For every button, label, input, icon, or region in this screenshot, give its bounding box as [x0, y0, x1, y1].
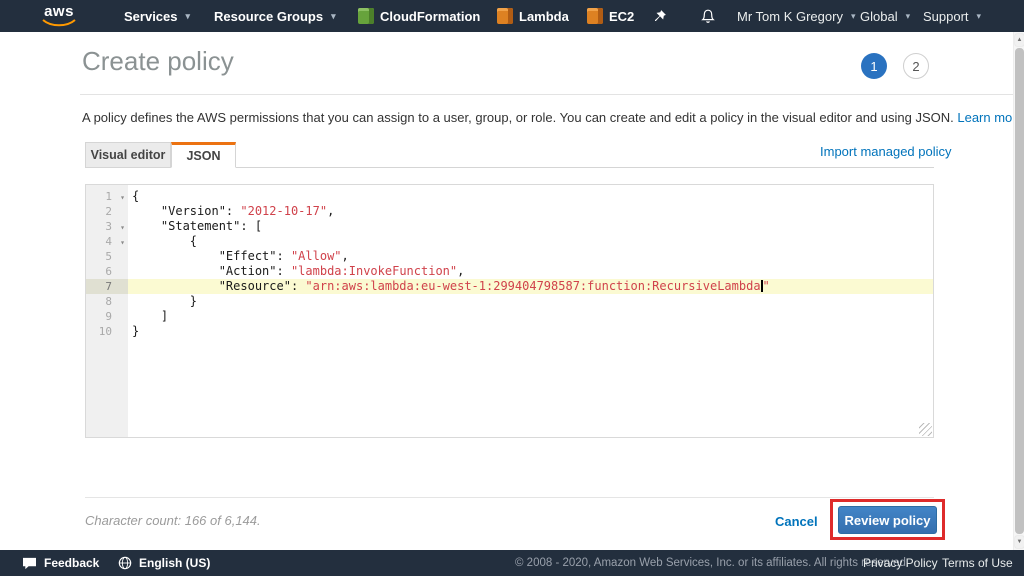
chevron-down-icon: ▾ [851, 11, 856, 22]
active-line-number: 7 [86, 279, 128, 294]
review-policy-button[interactable]: Review policy [838, 506, 937, 534]
chevron-down-icon: ▾ [331, 11, 336, 22]
scrollbar-down-arrow[interactable]: ▼ [1015, 536, 1024, 548]
fold-arrow-icon[interactable]: ▾ [120, 220, 125, 235]
footer-bar: Feedback English (US) © 2008 - 2020, Ama… [0, 550, 1024, 576]
page-scrollbar[interactable]: ▲ ▼ [1013, 32, 1024, 550]
code-line: } [128, 324, 933, 339]
code-line: { [128, 234, 933, 249]
pin-shortcuts-button[interactable] [652, 0, 667, 32]
chevron-down-icon: ▾ [906, 11, 911, 22]
scrollbar-up-arrow[interactable]: ▲ [1015, 34, 1024, 46]
editor-resize-handle[interactable] [919, 423, 932, 436]
step-indicator-1: 1 [861, 53, 887, 79]
code-line: "Statement": [ [128, 219, 933, 234]
code-line: { [128, 189, 933, 204]
top-nav: aws Services ▾ Resource Groups ▾ CloudFo… [0, 0, 1024, 32]
code-line: "Effect": "Allow", [128, 249, 933, 264]
nav-shortcut-cloudformation[interactable]: CloudFormation [358, 0, 480, 32]
tab-visual-editor[interactable]: Visual editor [85, 142, 171, 167]
page-title: Create policy [82, 46, 234, 77]
import-managed-policy-link[interactable]: Import managed policy [820, 144, 952, 159]
json-policy-editor[interactable]: 1▾ 2 3▾ 4▾ 5 6 7 8 9 10 { "Version": "20… [85, 184, 934, 438]
code-line: ] [128, 309, 933, 324]
editor-tabbar: Visual editor JSON [85, 142, 934, 168]
pushpin-icon [652, 9, 667, 24]
tab-json[interactable]: JSON [171, 142, 236, 168]
cloudformation-icon [358, 8, 374, 24]
nav-support-menu[interactable]: Support ▾ [923, 0, 981, 32]
nav-shortcut-ec2[interactable]: EC2 [587, 0, 634, 32]
aws-logo-text: aws [40, 4, 78, 19]
nav-region-menu[interactable]: Global ▾ [860, 0, 910, 32]
notifications-button[interactable] [700, 0, 716, 32]
editor-gutter: 1▾ 2 3▾ 4▾ 5 6 7 8 9 10 [86, 185, 128, 437]
editor-code-area[interactable]: { "Version": "2012-10-17", "Statement": … [128, 185, 933, 437]
copyright-text: © 2008 - 2020, Amazon Web Services, Inc.… [515, 550, 909, 576]
policy-description: A policy defines the AWS permissions tha… [82, 110, 1024, 125]
character-count: Character count: 166 of 6,144. [85, 513, 261, 528]
nav-resource-groups-menu[interactable]: Resource Groups ▾ [214, 0, 336, 32]
nav-services-menu[interactable]: Services ▾ [124, 0, 190, 32]
lambda-icon [497, 8, 513, 24]
ec2-icon [587, 8, 603, 24]
speech-bubble-icon [22, 557, 37, 570]
header-divider [80, 94, 1013, 95]
code-line: "Action": "lambda:InvokeFunction", [128, 264, 933, 279]
actions-divider [85, 497, 934, 498]
aws-smile-icon [42, 19, 76, 27]
chevron-down-icon: ▾ [186, 11, 191, 22]
fold-arrow-icon[interactable]: ▾ [120, 235, 125, 250]
step-indicator-2: 2 [903, 53, 929, 79]
code-line-active: "Resource": "arn:aws:lambda:eu-west-1:29… [128, 279, 933, 294]
globe-icon [118, 556, 132, 570]
fold-arrow-icon[interactable]: ▾ [120, 190, 125, 205]
nav-shortcut-lambda[interactable]: Lambda [497, 0, 569, 32]
chevron-down-icon: ▾ [977, 11, 982, 22]
code-line: "Version": "2012-10-17", [128, 204, 933, 219]
code-line: } [128, 294, 933, 309]
aws-logo[interactable]: aws [40, 4, 78, 28]
language-selector[interactable]: English (US) [118, 550, 210, 576]
feedback-button[interactable]: Feedback [22, 550, 99, 576]
nav-account-menu[interactable]: Mr Tom K Gregory ▾ [737, 0, 855, 32]
aws-console-page: aws Services ▾ Resource Groups ▾ CloudFo… [0, 0, 1024, 576]
terms-of-use-link[interactable]: Terms of Use [942, 550, 1013, 576]
bell-icon [700, 8, 716, 25]
privacy-policy-link[interactable]: Privacy Policy [863, 550, 938, 576]
scrollbar-thumb[interactable] [1015, 48, 1024, 534]
cancel-button[interactable]: Cancel [775, 514, 818, 529]
